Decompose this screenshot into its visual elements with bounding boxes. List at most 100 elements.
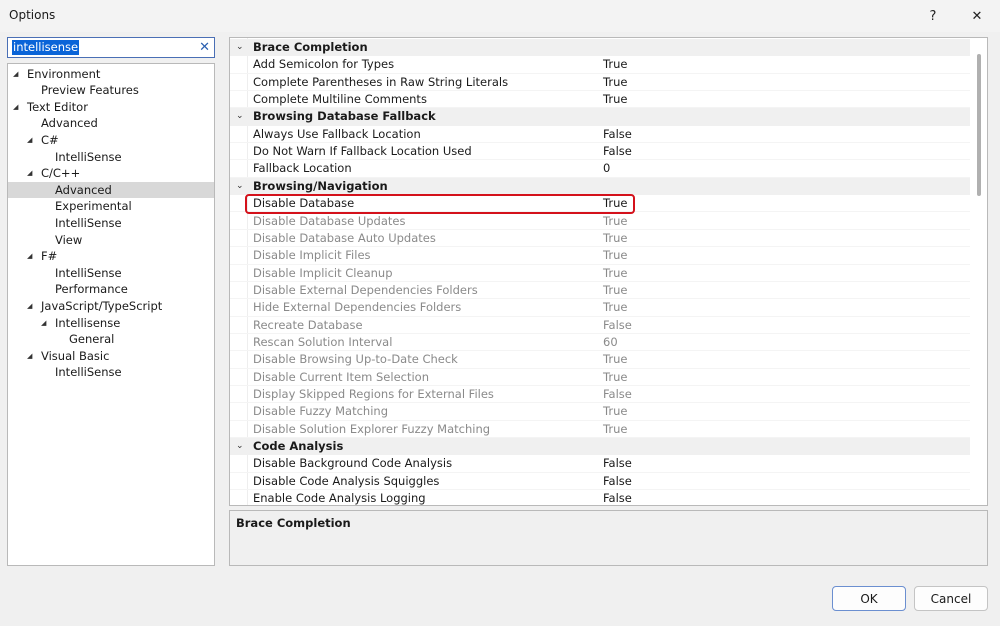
- tree-item[interactable]: View: [8, 232, 214, 249]
- expand-arrow-icon[interactable]: ◢: [13, 99, 21, 116]
- tree-item[interactable]: Experimental: [8, 198, 214, 215]
- tree-item-label: Preview Features: [41, 83, 139, 98]
- property-value[interactable]: True: [603, 230, 627, 247]
- collapse-chevron-icon[interactable]: ⌄: [236, 108, 244, 125]
- tree-item[interactable]: Performance: [8, 281, 214, 298]
- tree-item[interactable]: IntelliSense: [8, 265, 214, 282]
- category-label: Browsing/Navigation: [253, 178, 388, 193]
- property-value[interactable]: 60: [603, 334, 618, 351]
- property-name: Display Skipped Regions for External Fil…: [253, 387, 494, 401]
- tree-item[interactable]: ◢ Intellisense: [8, 315, 214, 332]
- tree-item[interactable]: ◢ Visual Basic: [8, 348, 214, 365]
- property-value[interactable]: True: [603, 265, 627, 282]
- description-panel: Brace Completion: [229, 510, 988, 566]
- property-name: Complete Multiline Comments: [253, 92, 427, 107]
- property-value[interactable]: True: [603, 403, 627, 420]
- tree-item[interactable]: ◢ JavaScript/TypeScript: [8, 298, 214, 315]
- property-value[interactable]: True: [603, 282, 627, 299]
- property-row[interactable]: Hide External Dependencies Folders True: [230, 299, 970, 317]
- property-row[interactable]: Rescan Solution Interval 60: [230, 334, 970, 352]
- property-row[interactable]: Do Not Warn If Fallback Location Used Fal…: [230, 143, 970, 161]
- expand-arrow-icon[interactable]: ◢: [27, 298, 35, 315]
- property-row[interactable]: Disable External Dependencies Folders Tru…: [230, 282, 970, 300]
- property-value[interactable]: True: [603, 247, 627, 264]
- property-value[interactable]: False: [603, 386, 632, 403]
- property-value[interactable]: True: [603, 421, 627, 438]
- expand-arrow-icon[interactable]: ◢: [27, 132, 35, 149]
- property-row[interactable]: Display Skipped Regions for External Fil…: [230, 386, 970, 404]
- tree-item[interactable]: IntelliSense: [8, 215, 214, 232]
- expand-arrow-icon[interactable]: ◢: [41, 315, 49, 332]
- tree-item[interactable]: Advanced: [8, 115, 214, 132]
- vertical-scrollbar[interactable]: [970, 38, 987, 505]
- ok-button[interactable]: OK: [832, 586, 906, 611]
- property-value[interactable]: False: [603, 473, 632, 490]
- expand-arrow-icon[interactable]: ◢: [27, 165, 35, 182]
- tree-item[interactable]: IntelliSense: [8, 364, 214, 381]
- property-value[interactable]: False: [603, 126, 632, 143]
- help-button[interactable]: ?: [910, 0, 956, 32]
- search-value[interactable]: intellisense: [12, 40, 80, 55]
- property-value[interactable]: True: [603, 56, 627, 73]
- property-row[interactable]: Complete Multiline Comments True: [230, 91, 970, 109]
- category-row[interactable]: ⌄ Code Analysis: [230, 438, 970, 456]
- property-row[interactable]: Disable Current Item Selection True: [230, 369, 970, 386]
- scrollbar-thumb[interactable]: [977, 54, 981, 196]
- property-value[interactable]: False: [603, 143, 632, 160]
- property-row[interactable]: Recreate Database False: [230, 317, 970, 334]
- property-value[interactable]: False: [603, 490, 632, 505]
- tree-item-label: C#: [41, 132, 59, 147]
- collapse-chevron-icon[interactable]: ⌄: [236, 39, 244, 56]
- options-tree[interactable]: ◢ Environment Preview Features ◢ Text Editor…: [7, 63, 215, 566]
- tree-item[interactable]: General: [8, 331, 214, 348]
- property-value[interactable]: True: [603, 299, 627, 316]
- tree-item[interactable]: ◢ Environment: [8, 66, 214, 83]
- property-row[interactable]: Add Semicolon for Types True: [230, 56, 970, 74]
- property-row[interactable]: Always Use Fallback Location False: [230, 126, 970, 144]
- tree-item-label: F#: [41, 249, 58, 264]
- property-row[interactable]: Disable Fuzzy Matching True: [230, 403, 970, 421]
- property-grid[interactable]: ⌄ Brace Completion Add Semicolon for Types…: [229, 37, 988, 506]
- tree-item[interactable]: Advanced: [8, 181, 214, 199]
- category-row[interactable]: ⌄ Browsing/Navigation: [230, 177, 970, 196]
- property-value[interactable]: False: [603, 317, 632, 334]
- expand-arrow-icon[interactable]: ◢: [27, 348, 35, 365]
- property-value[interactable]: 0: [603, 160, 610, 177]
- property-row[interactable]: Disable Database Auto Updates True: [230, 230, 970, 248]
- property-row[interactable]: Disable Database Updates True: [230, 213, 970, 230]
- property-name: Add Semicolon for Types: [253, 57, 395, 72]
- expand-arrow-icon[interactable]: ◢: [27, 248, 35, 265]
- property-row[interactable]: Enable Code Analysis Logging False: [230, 490, 970, 505]
- property-row[interactable]: Fallback Location 0: [230, 160, 970, 178]
- property-value[interactable]: True: [603, 369, 627, 386]
- property-row[interactable]: Disable Solution Explorer Fuzzy Matching…: [230, 421, 970, 439]
- tree-item[interactable]: ◢ C/C++: [8, 165, 214, 182]
- property-row[interactable]: Disable Implicit Cleanup True: [230, 265, 970, 282]
- property-row[interactable]: Disable Code Analysis Squiggles False: [230, 473, 970, 491]
- property-value[interactable]: True: [603, 91, 627, 108]
- tree-item-label: Environment: [27, 66, 101, 81]
- category-row[interactable]: ⌄ Brace Completion: [230, 39, 970, 57]
- property-row[interactable]: Complete Parentheses in Raw String Liter…: [230, 74, 970, 92]
- tree-item[interactable]: Preview Features: [8, 82, 214, 99]
- property-row[interactable]: Disable Implicit Files True: [230, 247, 970, 265]
- cancel-button[interactable]: Cancel: [914, 586, 988, 611]
- property-row[interactable]: Disable Browsing Up-to-Date Check True: [230, 351, 970, 369]
- clear-search-icon[interactable]: ✕: [199, 39, 210, 56]
- tree-item[interactable]: ◢ Text Editor: [8, 99, 214, 116]
- category-row[interactable]: ⌄ Browsing Database Fallback: [230, 108, 970, 126]
- collapse-chevron-icon[interactable]: ⌄: [236, 178, 244, 195]
- property-row[interactable]: Disable Background Code Analysis False: [230, 455, 970, 473]
- close-button[interactable]: ✕: [954, 0, 1000, 32]
- title-bar: Options ? ✕: [0, 0, 1000, 32]
- tree-item[interactable]: ◢ C#: [8, 132, 214, 149]
- tree-item[interactable]: ◢ F#: [8, 248, 214, 265]
- search-input[interactable]: intellisense ✕: [7, 37, 215, 58]
- property-value[interactable]: True: [603, 74, 627, 91]
- property-value[interactable]: True: [603, 213, 627, 230]
- collapse-chevron-icon[interactable]: ⌄: [236, 438, 244, 455]
- property-value[interactable]: False: [603, 455, 632, 472]
- property-value[interactable]: True: [603, 351, 627, 368]
- expand-arrow-icon[interactable]: ◢: [13, 66, 21, 83]
- tree-item[interactable]: IntelliSense: [8, 149, 214, 166]
